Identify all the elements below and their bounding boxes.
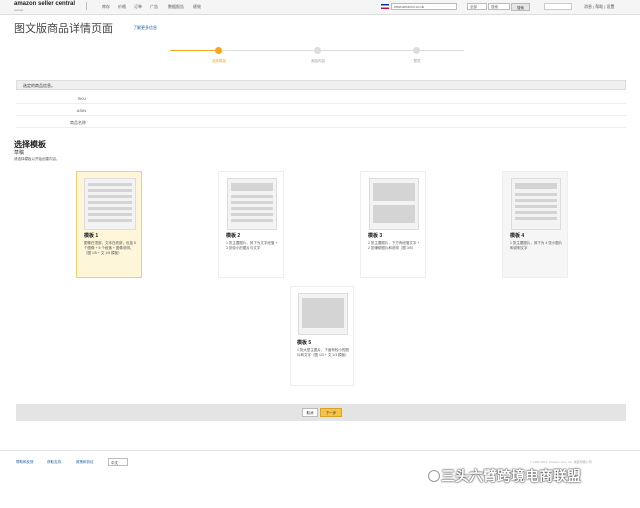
- stepper-progress: [170, 50, 220, 51]
- search-button[interactable]: 搜索: [511, 3, 530, 11]
- nav-item-inventory[interactable]: 库存: [102, 4, 110, 10]
- nav-item-performance[interactable]: 绩效: [193, 4, 201, 10]
- secondary-search-input[interactable]: [544, 3, 572, 10]
- template-2-description: 1 张主要图片，其下为文字段落 + 3 张较小的图片与文字: [226, 241, 278, 250]
- nav-item-pricing[interactable]: 价格: [118, 4, 126, 10]
- template-4-title: 模板 4: [510, 233, 525, 239]
- template-4-description: 1 张主要图片，其下为 4 张小图片和说明文字: [510, 241, 563, 250]
- footer-link-support[interactable]: 获取支持: [47, 460, 61, 465]
- section-description: 请选择模板以开始创建内容。: [14, 157, 60, 161]
- step-2-label: 添加内容: [311, 59, 325, 63]
- nav-item-advertising[interactable]: 广告: [150, 4, 158, 10]
- footer-link-policies[interactable]: 政策和协议: [76, 460, 94, 465]
- template-card-3[interactable]: 模板 3 2 张主要图片，下方有段落文字 + 2 张辅助图片和说明（图 3/5）: [360, 171, 426, 278]
- seller-central-logo[interactable]: amazon seller central europe: [14, 1, 75, 13]
- info-row-title: 商品名称: [16, 117, 626, 128]
- watermark-text: 三头六臂跨境电商联盟: [441, 468, 581, 484]
- footer-link-help[interactable]: 帮助和反馈: [16, 460, 34, 465]
- copyright-text: © 1999-2017, Amazon.com, Inc. 或其附属公司: [530, 460, 592, 464]
- step-1-label: 选择模板: [212, 59, 226, 63]
- marketplace-select[interactable]: www.amazon.co.uk: [391, 3, 457, 10]
- template-5-thumbnail: [298, 293, 348, 335]
- info-label: SKU: [77, 96, 86, 101]
- search-input[interactable]: 搜索: [488, 3, 510, 10]
- language-select[interactable]: 中文: [108, 458, 128, 466]
- nav-item-reports[interactable]: 数据报告: [168, 4, 184, 10]
- cancel-button[interactable]: 取消: [302, 408, 318, 417]
- step-3-label: 预览: [413, 59, 421, 63]
- template-1-thumbnail: [84, 178, 136, 230]
- info-row-asin: ASIN: [16, 105, 626, 116]
- page-title: 图文版商品详情页面: [14, 23, 113, 35]
- template-5-description: 1 张大型主图片，下面有较小的图片和文字（图 1/3 + 文 1/3 模板）: [297, 348, 349, 357]
- info-row-sku: SKU: [16, 93, 626, 104]
- template-card-2[interactable]: 模板 2 1 张主要图片，其下为文字段落 + 3 张较小的图片与文字: [218, 171, 284, 278]
- section-subtitle: 草稿: [14, 150, 25, 156]
- step-2-indicator: [314, 47, 321, 54]
- template-3-thumbnail: [369, 178, 419, 230]
- flag-icon-small: [86, 2, 93, 10]
- template-card-4[interactable]: 模板 4 1 张主要图片，其下为 4 张小图片和说明文字: [502, 171, 568, 278]
- template-5-title: 模板 5: [297, 340, 312, 346]
- logo-region: europe: [14, 8, 24, 12]
- next-button[interactable]: 下一步: [320, 408, 342, 417]
- template-1-title: 模板 1: [84, 233, 99, 239]
- learn-more-link[interactable]: 了解更多信息: [133, 25, 157, 31]
- template-4-thumbnail: [511, 178, 561, 230]
- search-scope-select[interactable]: 全部: [467, 3, 487, 10]
- step-3-indicator: [413, 47, 420, 54]
- step-1-indicator: [215, 47, 222, 54]
- info-label: ASIN: [76, 108, 86, 113]
- wechat-icon: [428, 470, 440, 482]
- selected-product-heading: 选定的商品信息。: [16, 80, 626, 90]
- footer-divider: [0, 450, 640, 451]
- template-3-title: 模板 3: [368, 233, 383, 239]
- uk-flag-icon: [381, 4, 389, 9]
- template-card-1[interactable]: 模板 1 图像在顶部，文本在底部，包括 5 个图像 + 5 个段落 + 图像说明…: [76, 171, 142, 278]
- header-right-links[interactable]: 消息 | 帮助 | 设置: [584, 4, 615, 10]
- template-3-description: 2 张主要图片，下方有段落文字 + 2 张辅助图片和说明（图 3/5）: [368, 241, 420, 250]
- template-1-description: 图像在顶部，文本在底部，包括 5 个图像 + 5 个段落 + 图像说明，（图 1…: [84, 241, 136, 255]
- info-label: 商品名称: [70, 120, 86, 125]
- template-2-thumbnail: [227, 178, 277, 230]
- nav-item-orders[interactable]: 订单: [134, 4, 142, 10]
- template-2-title: 模板 2: [226, 233, 241, 239]
- template-card-5[interactable]: 模板 5 1 张大型主图片，下面有较小的图片和文字（图 1/3 + 文 1/3 …: [290, 286, 354, 386]
